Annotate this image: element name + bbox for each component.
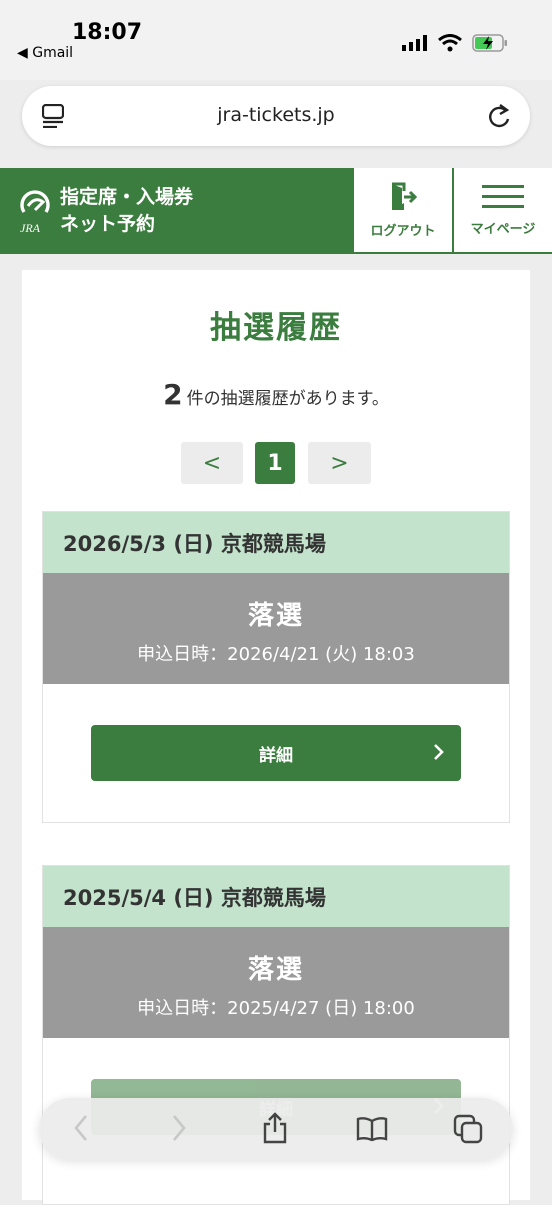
entry-status-block: 落選 申込日時：2026/4/21 (火) 18:03	[43, 573, 509, 684]
entry-date-venue: 2026/5/3 (日) 京都競馬場	[43, 512, 509, 573]
detail-button[interactable]: 詳細	[91, 725, 461, 781]
pagination-next-button[interactable]: >	[308, 442, 371, 484]
brand[interactable]: JRA 指定席・入場券 ネット予約	[0, 168, 352, 254]
pagination: < 1 >	[22, 442, 530, 484]
browser-toolbar	[39, 1098, 513, 1160]
logout-button[interactable]: ログアウト	[354, 168, 452, 254]
result-count-suffix: 件の抽選履歴があります。	[186, 389, 389, 409]
pagination-prev-button[interactable]: <	[181, 442, 243, 484]
entry-status-block: 落選 申込日時：2025/4/27 (日) 18:00	[43, 927, 509, 1038]
back-to-app-link[interactable]: ◀ Gmail	[17, 45, 73, 61]
result-count-number: 2	[163, 378, 183, 411]
entry-applied-datetime: 申込日時：2026/4/21 (火) 18:03	[137, 644, 415, 665]
page-title: 抽選履歴	[210, 310, 342, 346]
browser-address-bar[interactable]: jra-tickets.jp	[22, 86, 530, 146]
battery-charging-icon	[472, 34, 507, 52]
horseshoe-logo-icon: JRA	[20, 190, 50, 235]
share-icon[interactable]	[261, 1112, 289, 1144]
svg-text:JRA: JRA	[20, 221, 41, 234]
wifi-icon	[438, 34, 462, 52]
entry-result: 落選	[247, 955, 304, 985]
app-header: JRA 指定席・入場券 ネット予約 ログアウト マイページ	[0, 168, 552, 254]
mypage-label: マイページ	[470, 221, 536, 237]
mypage-button[interactable]: マイページ	[454, 168, 552, 254]
signal-icon	[402, 35, 427, 51]
address-url[interactable]: jra-tickets.jp	[22, 104, 530, 126]
logout-icon	[392, 182, 417, 210]
forward-arrow-icon[interactable]	[171, 1114, 187, 1142]
logout-label: ログアウト	[370, 223, 436, 239]
entry-date-venue: 2025/5/4 (日) 京都競馬場	[43, 866, 509, 927]
status-icons	[402, 34, 508, 52]
tabs-icon[interactable]	[453, 1114, 483, 1144]
status-bar: 18:07 ◀ Gmail	[0, 0, 552, 80]
brand-title: 指定席・入場券 ネット予約	[60, 184, 193, 238]
brand-line-1: 指定席・入場券	[60, 186, 194, 208]
status-time: 18:07	[72, 20, 143, 45]
entry-result: 落選	[247, 601, 304, 631]
pagination-current-page[interactable]: 1	[255, 442, 295, 484]
jra-logo: JRA	[18, 188, 52, 235]
detail-button-label: 詳細	[259, 745, 293, 766]
result-count: 2 件の抽選履歴があります。	[22, 378, 530, 411]
entry-applied-datetime: 申込日時：2025/4/27 (日) 18:00	[137, 998, 415, 1019]
brand-line-2: ネット予約	[60, 213, 156, 235]
hamburger-menu-icon	[482, 184, 524, 208]
bookmarks-icon[interactable]	[356, 1116, 388, 1142]
lottery-entry-card: 2026/5/3 (日) 京都競馬場 落選 申込日時：2026/4/21 (火)…	[42, 511, 510, 823]
reload-icon[interactable]	[486, 102, 512, 130]
lottery-history-panel: 抽選履歴 2 件の抽選履歴があります。 < 1 > 2026/5/3 (日) 京都…	[22, 270, 530, 1205]
back-arrow-icon[interactable]	[73, 1114, 89, 1142]
chevron-right-icon	[434, 744, 444, 760]
